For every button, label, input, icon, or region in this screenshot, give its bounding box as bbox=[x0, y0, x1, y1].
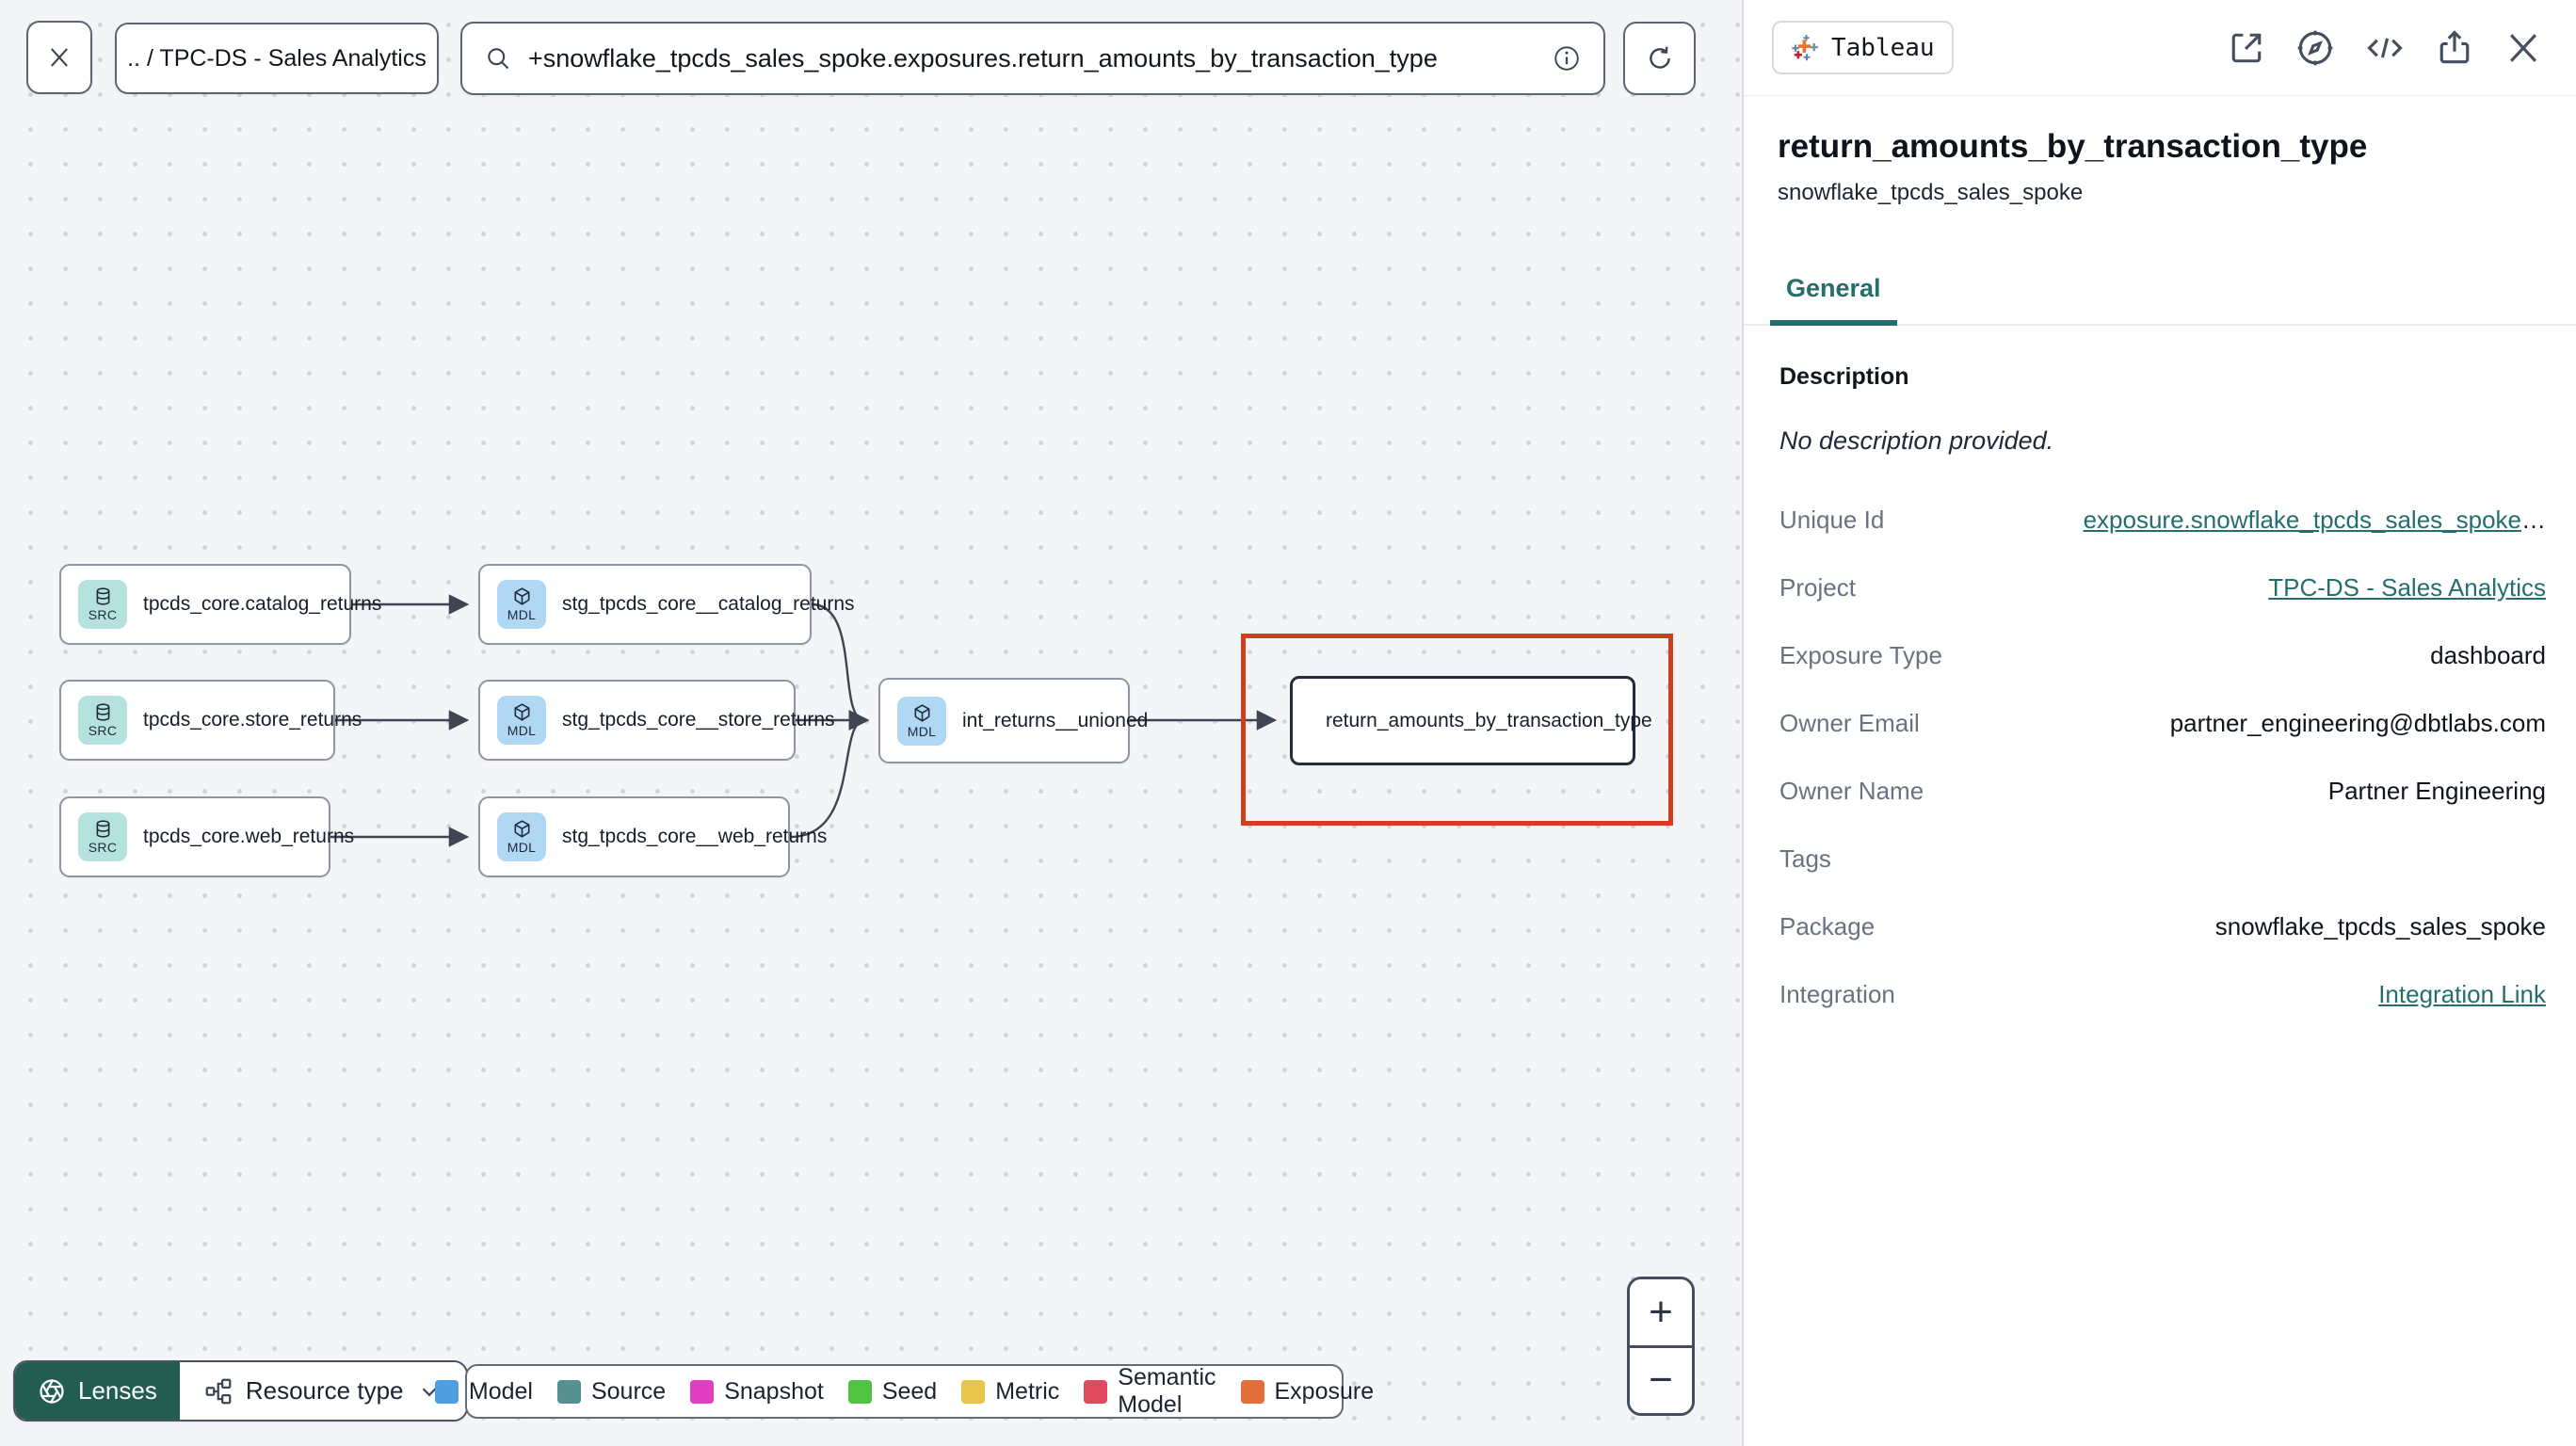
share-icon[interactable] bbox=[2434, 27, 2475, 69]
graph-node-stg-web-returns[interactable]: MDL stg_tpcds_core__web_returns bbox=[478, 796, 827, 877]
semantic-model-swatch bbox=[1084, 1379, 1108, 1404]
graph-node-int-returns-unioned[interactable]: MDL int_returns__unioned bbox=[878, 678, 1148, 763]
resource-type-legend: Model Source Snapshot Seed Metric Semant… bbox=[434, 1364, 1374, 1419]
panel-actions bbox=[2226, 27, 2544, 69]
cube-icon bbox=[912, 703, 932, 723]
close-icon bbox=[51, 48, 68, 67]
project-link[interactable]: TPC-DS - Sales Analytics bbox=[2268, 573, 2546, 602]
details-panel-header: Tableau bbox=[1744, 0, 2576, 96]
legend-item-semantic-model: Semantic Model bbox=[1084, 1364, 1216, 1419]
lineage-toolbar: Lenses Resource type bbox=[13, 1360, 468, 1422]
legend-item-seed: Seed bbox=[847, 1378, 937, 1406]
model-badge: MDL bbox=[497, 812, 546, 861]
source-swatch bbox=[556, 1379, 581, 1404]
model-badge: MDL bbox=[497, 580, 546, 629]
snapshot-swatch bbox=[690, 1379, 715, 1404]
source-badge: SRC bbox=[78, 696, 127, 745]
cube-icon bbox=[512, 819, 532, 839]
tab-general[interactable]: General bbox=[1770, 274, 1897, 326]
model-badge: MDL bbox=[897, 696, 946, 746]
graph-node-stg-catalog-returns[interactable]: MDL stg_tpcds_core__catalog_returns bbox=[478, 564, 855, 645]
source-badge: SRC bbox=[78, 580, 127, 629]
node-label: stg_tpcds_core__store_returns bbox=[562, 709, 835, 731]
resource-type-icon bbox=[205, 1378, 232, 1404]
refresh-lineage-button[interactable] bbox=[1623, 22, 1696, 95]
node-label: return_amounts_by_transaction_type bbox=[1326, 709, 1652, 731]
node-label: tpcds_core.catalog_returns bbox=[143, 593, 382, 615]
database-icon bbox=[93, 586, 113, 606]
unique-id-link[interactable]: exposure.snowflake_tpcds_sales_spoke bbox=[2084, 506, 2521, 534]
graph-node-source-catalog-returns[interactable]: SRC tpcds_core.catalog_returns bbox=[59, 564, 381, 645]
close-icon[interactable] bbox=[2503, 27, 2544, 69]
compass-icon[interactable] bbox=[2294, 27, 2336, 69]
tableau-icon bbox=[1791, 34, 1819, 62]
model-badge: MDL bbox=[497, 696, 546, 745]
row-exposure-type: Exposure Type dashboard bbox=[1779, 640, 2546, 669]
panel-tabs: General bbox=[1744, 274, 2576, 326]
exposure-swatch bbox=[1240, 1379, 1264, 1404]
zoom-controls: + − bbox=[1627, 1277, 1695, 1416]
graph-node-stg-store-returns[interactable]: MDL stg_tpcds_core__store_returns bbox=[478, 680, 835, 761]
legend-item-exposure: Exposure bbox=[1240, 1378, 1374, 1406]
legend-item-metric: Metric bbox=[961, 1378, 1059, 1406]
close-lineage-button[interactable] bbox=[26, 21, 92, 94]
details-panel: Tableau return_amounts_by_transaction_ty… bbox=[1742, 0, 2576, 1446]
row-integration: Integration Integration Link bbox=[1779, 979, 2546, 1008]
row-project: Project TPC-DS - Sales Analytics bbox=[1779, 572, 2546, 602]
database-icon bbox=[93, 819, 113, 839]
search-input[interactable] bbox=[528, 43, 1536, 73]
open-in-new-icon[interactable] bbox=[2226, 27, 2267, 69]
resource-type-dropdown[interactable]: Resource type bbox=[179, 1362, 466, 1420]
node-label: stg_tpcds_core__web_returns bbox=[562, 826, 828, 847]
lenses-button[interactable]: Lenses bbox=[15, 1362, 180, 1420]
page-title: return_amounts_by_transaction_type bbox=[1778, 128, 2368, 165]
description-value: No description provided. bbox=[1779, 426, 2054, 455]
zoom-in-button[interactable]: + bbox=[1630, 1279, 1692, 1348]
graph-node-source-web-returns[interactable]: SRC tpcds_core.web_returns bbox=[59, 796, 354, 877]
row-tags: Tags bbox=[1779, 844, 1831, 873]
details-rows: Unique Id exposure.snowflake_tpcds_sales… bbox=[1779, 486, 2546, 1028]
seed-swatch bbox=[847, 1379, 872, 1404]
row-unique-id: Unique Id exposure.snowflake_tpcds_sales… bbox=[1779, 505, 2546, 534]
integration-link[interactable]: Integration Link bbox=[2378, 980, 2546, 1008]
tableau-badge: Tableau bbox=[1772, 21, 1954, 74]
graph-node-exposure-return-amounts[interactable]: return_amounts_by_transaction_type bbox=[1290, 676, 1652, 765]
row-owner-email: Owner Email partner_engineering@dbtlabs.… bbox=[1779, 708, 2546, 737]
breadcrumb[interactable]: .. / TPC-DS - Sales Analytics bbox=[115, 23, 439, 94]
zoom-out-button[interactable]: − bbox=[1630, 1347, 1692, 1413]
search-icon bbox=[488, 48, 509, 70]
legend-item-source: Source bbox=[556, 1378, 666, 1406]
refresh-icon bbox=[1649, 46, 1670, 69]
graph-node-source-store-returns[interactable]: SRC tpcds_core.store_returns bbox=[59, 680, 362, 761]
package-subtitle: snowflake_tpcds_sales_spoke bbox=[1778, 180, 2084, 205]
node-label: stg_tpcds_core__catalog_returns bbox=[562, 593, 855, 615]
code-icon[interactable] bbox=[2363, 27, 2407, 69]
node-label: tpcds_core.web_returns bbox=[143, 826, 355, 847]
cube-icon bbox=[512, 702, 532, 722]
database-icon bbox=[93, 702, 113, 722]
lineage-search-bar[interactable] bbox=[460, 22, 1605, 95]
info-icon[interactable] bbox=[1553, 44, 1581, 72]
node-label: int_returns__unioned bbox=[962, 709, 1149, 731]
panel-body: Description No description provided. Uni… bbox=[1744, 326, 2576, 1028]
row-owner-name: Owner Name Partner Engineering bbox=[1779, 776, 2546, 805]
aperture-icon bbox=[40, 1378, 64, 1404]
metric-swatch bbox=[961, 1379, 986, 1404]
node-label: tpcds_core.store_returns bbox=[143, 709, 362, 731]
row-package: Package snowflake_tpcds_sales_spoke bbox=[1779, 911, 2546, 940]
source-badge: SRC bbox=[78, 812, 127, 861]
description-label: Description bbox=[1779, 363, 1909, 390]
model-swatch bbox=[434, 1379, 459, 1404]
lineage-canvas[interactable]: SRC tpcds_core.catalog_returns MDL stg_t… bbox=[0, 0, 1742, 1446]
cube-icon bbox=[512, 586, 532, 606]
legend-item-model: Model bbox=[434, 1378, 533, 1406]
legend-item-snapshot: Snapshot bbox=[690, 1378, 824, 1406]
